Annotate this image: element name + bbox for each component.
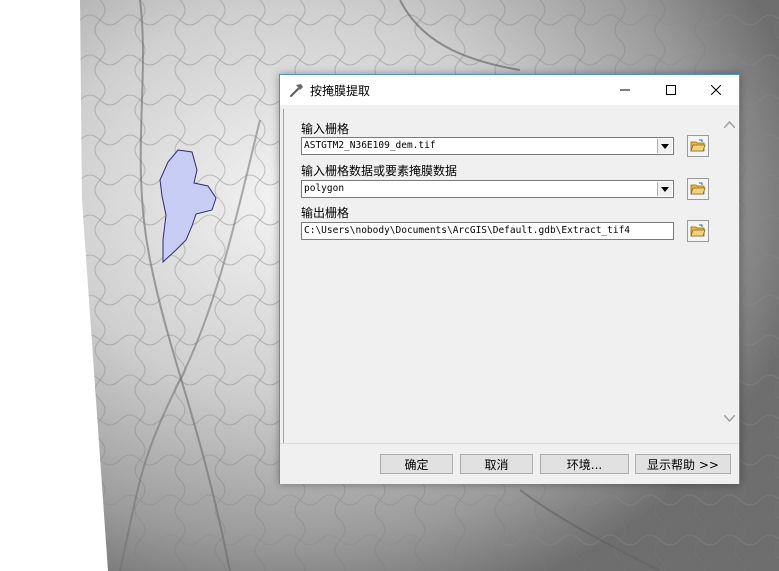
mask-data-label: 输入栅格数据或要素掩膜数据 [301, 164, 458, 178]
close-button[interactable] [693, 75, 739, 105]
output-raster-browse-button[interactable] [687, 220, 709, 242]
folder-open-icon [690, 139, 706, 152]
close-icon [711, 85, 721, 95]
show-help-button[interactable]: 显示帮助 >> [635, 454, 731, 474]
ok-button[interactable]: 确定 [380, 454, 453, 474]
input-raster-value: ASTGTM2_N36E109_dem.tif [304, 140, 436, 151]
dialog-title: 按掩膜提取 [310, 84, 371, 98]
minimize-icon [620, 89, 630, 91]
mask-data-combo[interactable]: polygon [301, 180, 674, 198]
parameters-panel: 输入栅格 ASTGTM2_N36E109_dem.tif 输入栅格数据或要素掩膜… [283, 109, 722, 443]
input-raster-browse-button[interactable] [687, 135, 709, 157]
title-bar[interactable]: 按掩膜提取 [280, 75, 739, 105]
minimize-button[interactable] [602, 75, 648, 105]
cancel-button[interactable]: 取消 [460, 454, 533, 474]
hammer-icon [290, 84, 303, 97]
chevron-down-icon[interactable] [657, 182, 672, 196]
chevron-down-icon[interactable] [657, 139, 672, 153]
mask-data-browse-button[interactable] [687, 178, 709, 200]
maximize-icon [666, 85, 676, 95]
scroll-down-icon[interactable] [724, 415, 735, 422]
output-raster-input[interactable]: C:\Users\nobody\Documents\ArcGIS\Default… [301, 222, 674, 240]
button-bar: 确定 取消 环境... 显示帮助 >> [280, 443, 739, 484]
input-raster-label: 输入栅格 [301, 122, 350, 136]
maximize-button[interactable] [648, 75, 694, 105]
scroll-up-icon[interactable] [724, 121, 735, 128]
mask-data-value: polygon [304, 183, 345, 194]
extract-by-mask-dialog: 按掩膜提取 输入栅格 ASTGTM2_N36E109_dem.tif 输入栅格数… [279, 74, 740, 484]
folder-open-icon [690, 182, 706, 195]
output-raster-value: C:\Users\nobody\Documents\ArcGIS\Default… [304, 225, 631, 236]
output-raster-label: 输出栅格 [301, 206, 350, 220]
folder-open-icon [690, 224, 706, 237]
vertical-scrollbar[interactable] [721, 109, 738, 443]
input-raster-combo[interactable]: ASTGTM2_N36E109_dem.tif [301, 137, 674, 155]
environments-button[interactable]: 环境... [540, 454, 629, 474]
